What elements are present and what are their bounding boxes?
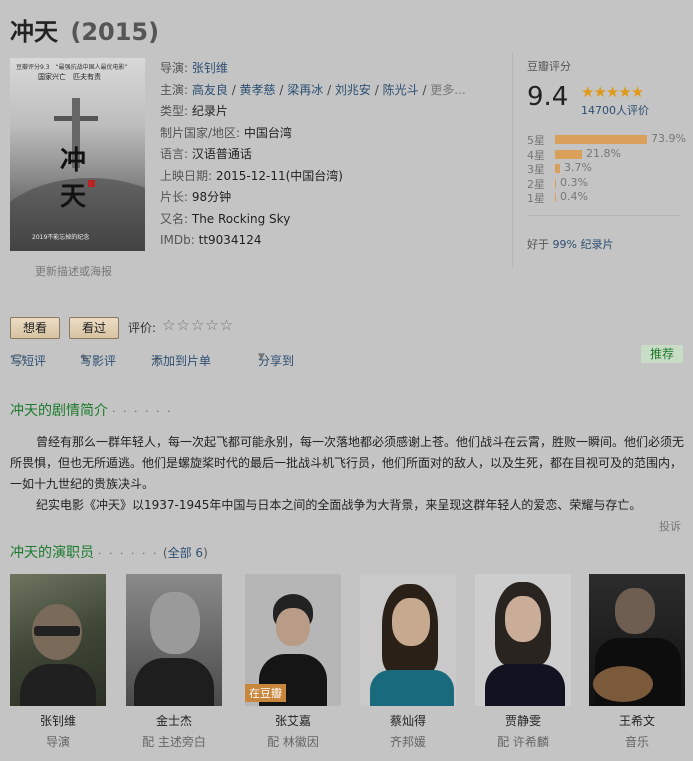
- cast-role: 配 林徽因: [267, 735, 319, 749]
- rate-stars-input[interactable]: ☆☆☆☆☆: [162, 316, 234, 334]
- cast-member[interactable]: 在豆瓣 张艾嘉 配 林徽因: [245, 574, 341, 750]
- rating-bar-row: 1星 0.4%: [527, 190, 588, 205]
- poster-mid-text: 国家兴亡 匹夫有责: [38, 73, 101, 81]
- report-link[interactable]: 投诉: [659, 518, 681, 534]
- cast-member[interactable]: 张钊维 导演: [10, 574, 106, 750]
- caret-down-icon: ▼: [258, 352, 265, 362]
- rating-bar-row: 2星 0.3%: [527, 175, 588, 191]
- director-link[interactable]: 张钊维: [192, 61, 228, 75]
- poster-char-1: 冲: [60, 146, 87, 176]
- movie-poster[interactable]: 豆瓣评分9.3 “最强抗战中国人最优电影” 国家兴亡 匹夫有责 冲 天 2019…: [10, 58, 145, 251]
- cast-role: 导演: [45, 735, 70, 749]
- movie-title: 冲天: [10, 18, 58, 46]
- cast-role: 配 主述旁白: [142, 735, 206, 749]
- watched-button[interactable]: 看过: [69, 317, 119, 339]
- imdb-value: tt9034124: [198, 233, 262, 247]
- cast-member[interactable]: 贾静雯 配 许希麟: [475, 574, 571, 750]
- imdb-row: IMDb: tt9034124: [160, 233, 262, 247]
- director-row: 导演: 张钊维: [160, 61, 228, 75]
- rating-bar-fill: [555, 164, 560, 173]
- recommend-button[interactable]: 推荐: [641, 345, 683, 363]
- poster-bottom-text: 2019不能忘掉的纪念: [32, 234, 90, 241]
- update-poster-link[interactable]: 更新描述或海报: [35, 263, 112, 279]
- rating-score: 9.4: [527, 82, 569, 112]
- aka-row: 又名: The Rocking Sky: [160, 211, 291, 226]
- want-to-watch-button[interactable]: 想看: [10, 317, 60, 339]
- better-than-link[interactable]: 99% 纪录片: [553, 238, 614, 251]
- rating-breakdown: 5星 73.9% 4星 21.8% 3星 3.7% 2星 0.3% 1星 0.4…: [527, 132, 687, 205]
- cast-link[interactable]: 黄孝慈: [240, 83, 276, 97]
- page-title: 冲天 (2015): [10, 12, 159, 47]
- rating-box: 豆瓣评分 9.4 ★★★★★ 14700人评价 5星 73.9% 4星 21.8…: [512, 52, 686, 267]
- synopsis-heading: 冲天的剧情简介 · · · · · ·: [10, 403, 173, 419]
- on-douban-badge: 在豆瓣: [245, 684, 286, 702]
- cast-photo[interactable]: [589, 574, 685, 706]
- cast-name[interactable]: 蔡灿得: [360, 712, 456, 729]
- runtime-value: 98分钟: [191, 190, 232, 204]
- aka-value: The Rocking Sky: [191, 211, 291, 226]
- rate-label: 评价:: [128, 321, 157, 335]
- cast-link[interactable]: 刘兆安: [335, 83, 371, 97]
- cast-link[interactable]: 梁再冰: [287, 83, 323, 97]
- genre-value: 纪录片: [191, 104, 228, 118]
- release-row: 上映日期: 2015-12-11(中国台湾): [160, 168, 343, 183]
- rating-bar-fill: [555, 135, 647, 144]
- cast-name[interactable]: 张钊维: [10, 712, 106, 729]
- rating-bar-row: 4星 21.8%: [527, 146, 621, 162]
- cast-row: 主演: 高友良 / 黄孝慈 / 梁再冰 / 刘兆安 / 陈光斗 / 更多...: [160, 82, 466, 97]
- cast-photo[interactable]: [475, 574, 571, 706]
- rating-bar-row: 5星 73.9%: [527, 132, 686, 147]
- country-row: 制片国家/地区: 中国台湾: [160, 125, 292, 140]
- cast-photo[interactable]: [10, 574, 106, 706]
- better-than: 好于 99% 纪录片: [527, 238, 614, 251]
- rating-count-link[interactable]: 14700人评价: [581, 102, 649, 118]
- divider: [527, 215, 681, 216]
- cast-link[interactable]: 陈光斗: [383, 83, 419, 97]
- synopsis-text: 曾经有那么一群年轻人，每一次起飞都可能永别，每一次落地都必须感谢上苍。他们战斗在…: [10, 432, 686, 516]
- cast-name[interactable]: 张艾嘉: [245, 712, 341, 729]
- cast-photo[interactable]: 在豆瓣: [245, 574, 341, 706]
- language-row: 语言: 汉语普通话: [160, 147, 252, 161]
- country-value: 中国台湾: [243, 125, 292, 140]
- runtime-row: 片长: 98分钟: [160, 190, 232, 204]
- poster-char-2: 天: [60, 182, 87, 212]
- rating-stars-icon: ★★★★★: [581, 83, 644, 101]
- cast-role: 音乐: [624, 735, 649, 749]
- cast-name[interactable]: 金士杰: [126, 712, 222, 729]
- cast-member[interactable]: 金士杰 配 主述旁白: [126, 574, 222, 750]
- cast-photo[interactable]: [360, 574, 456, 706]
- cast-member[interactable]: 王希文 音乐: [589, 574, 685, 750]
- cast-role: 配 许希麟: [497, 735, 549, 749]
- cast-heading: 冲天的演职员 · · · · · · (全部 6): [10, 545, 208, 561]
- language-value: 汉语普通话: [191, 147, 252, 161]
- rating-bar-row: 3星 3.7%: [527, 161, 592, 176]
- genre-row: 类型: 纪录片: [160, 104, 228, 118]
- synopsis-paragraph: 纪实电影《冲天》以1937-1945年中国与日本之间的全面战争为大背景，来呈现这…: [36, 498, 642, 512]
- rating-bar-fill: [555, 178, 556, 188]
- cast-link[interactable]: 高友良: [192, 83, 228, 97]
- all-cast-link[interactable]: 全部 6: [168, 546, 203, 560]
- rating-bar-fill: [555, 149, 582, 159]
- movie-year: (2015): [70, 18, 160, 46]
- cast-member[interactable]: 蔡灿得 齐邦媛: [360, 574, 456, 750]
- rating-bar-fill: [555, 193, 556, 202]
- cast-role: 齐邦媛: [389, 735, 426, 749]
- synopsis-paragraph: 曾经有那么一群年轻人，每一次起飞都可能永别，每一次落地都必须感谢上苍。他们战斗在…: [10, 435, 685, 491]
- movie-info: 导演: 张钊维 主演: 高友良 / 黄孝慈 / 梁再冰 / 刘兆安 / 陈光斗 …: [160, 58, 500, 252]
- cast-name[interactable]: 贾静雯: [475, 712, 571, 729]
- cast-photo[interactable]: [126, 574, 222, 706]
- cast-more-link[interactable]: 更多...: [430, 83, 465, 97]
- release-value: 2015-12-11(中国台湾): [215, 168, 343, 183]
- rating-title: 豆瓣评分: [527, 60, 571, 73]
- poster-top-text: 豆瓣评分9.3 “最强抗战中国人最优电影”: [16, 64, 128, 71]
- cast-name[interactable]: 王希文: [589, 712, 685, 729]
- poster-seal: [88, 180, 95, 187]
